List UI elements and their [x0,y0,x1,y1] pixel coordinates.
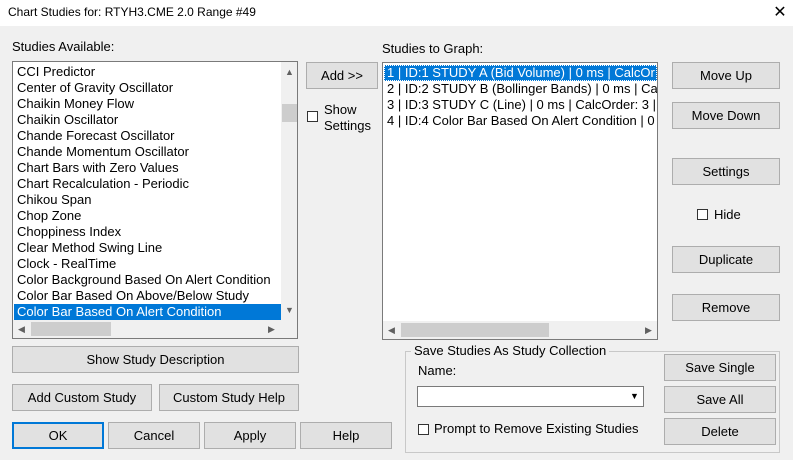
remove-button[interactable]: Remove [672,294,780,321]
list-item[interactable]: Clear Method Swing Line [14,240,281,256]
save-single-button[interactable]: Save Single [664,354,776,381]
list-item[interactable]: CCI Predictor [14,64,281,80]
scrollbar-corner [281,320,297,338]
delete-button[interactable]: Delete [664,418,776,445]
list-item[interactable]: 2 | ID:2 STUDY B (Bollinger Bands) | 0 m… [384,81,657,97]
scrollbar-thumb[interactable] [31,322,111,336]
graph-horizontal-scrollbar[interactable]: ◀ ▶ [383,321,657,339]
studies-available-list[interactable]: CCI Predictor Center of Gravity Oscillato… [12,61,298,339]
list-item[interactable]: Chaikin Money Flow [14,96,281,112]
available-horizontal-scrollbar[interactable]: ◀ ▶ [13,320,281,338]
scroll-left-icon[interactable]: ◀ [383,322,400,338]
list-item[interactable]: Choppiness Index [14,224,281,240]
list-item[interactable]: Chaikin Oscillator [14,112,281,128]
prompt-remove-label: Prompt to Remove Existing Studies [434,421,639,436]
window-title: Chart Studies for: RTYH3.CME 2.0 Range #… [8,5,256,19]
list-item[interactable]: Chart Bars with Zero Values [14,160,281,176]
apply-button[interactable]: Apply [204,422,296,449]
settings-button[interactable]: Settings [672,158,780,185]
list-item[interactable]: Color Bar Based On Above/Below Study [14,288,281,304]
ok-button[interactable]: OK [12,422,104,449]
list-item[interactable]: Clock - RealTime [14,256,281,272]
hide-checkbox[interactable] [697,209,708,220]
duplicate-button[interactable]: Duplicate [672,246,780,273]
list-item[interactable]: Color Bar Based On Alert Condition [14,304,281,320]
studies-to-graph-list[interactable]: 1 | ID:1 STUDY A (Bid Volume) | 0 ms | C… [382,62,658,340]
scrollbar-thumb[interactable] [401,323,549,337]
scroll-right-icon[interactable]: ▶ [640,322,657,338]
chevron-down-icon[interactable]: ▼ [626,387,643,406]
move-down-button[interactable]: Move Down [672,102,780,129]
scroll-left-icon[interactable]: ◀ [13,321,30,337]
scroll-right-icon[interactable]: ▶ [263,321,280,337]
list-item[interactable]: Chande Forecast Oscillator [14,128,281,144]
hide-label: Hide [714,207,741,222]
list-item[interactable]: Chart Recalculation - Periodic [14,176,281,192]
list-item[interactable]: Chikou Span [14,192,281,208]
available-vertical-scrollbar[interactable]: ▲ ▼ [281,62,297,320]
list-item[interactable]: 3 | ID:3 STUDY C (Line) | 0 ms | CalcOrd… [384,97,657,113]
custom-study-help-button[interactable]: Custom Study Help [159,384,299,411]
list-item[interactable]: Center of Gravity Oscillator [14,80,281,96]
prompt-remove-checkbox[interactable] [418,424,429,435]
studies-available-items: CCI Predictor Center of Gravity Oscillato… [14,64,281,320]
help-button[interactable]: Help [300,422,392,449]
list-item[interactable]: Chop Zone [14,208,281,224]
study-collection-group-title: Save Studies As Study Collection [411,343,610,358]
add-custom-study-button[interactable]: Add Custom Study [12,384,152,411]
scroll-down-icon[interactable]: ▼ [281,302,297,318]
show-settings-label-line2: Settings [324,118,371,133]
list-item[interactable]: 1 | ID:1 STUDY A (Bid Volume) | 0 ms | C… [384,65,657,81]
collection-name-label: Name: [418,363,457,378]
studies-to-graph-items: 1 | ID:1 STUDY A (Bid Volume) | 0 ms | C… [384,65,657,129]
show-study-description-button[interactable]: Show Study Description [12,346,299,373]
list-item[interactable]: 4 | ID:4 Color Bar Based On Alert Condit… [384,113,657,129]
add-study-button[interactable]: Add >> [306,62,378,89]
list-item[interactable]: Chande Momentum Oscillator [14,144,281,160]
studies-to-graph-label: Studies to Graph: [382,41,484,56]
scroll-up-icon[interactable]: ▲ [281,64,297,80]
studies-available-label: Studies Available: [12,39,115,54]
list-item[interactable]: Color Background Based On Alert Conditio… [14,272,281,288]
save-all-button[interactable]: Save All [664,386,776,413]
move-up-button[interactable]: Move Up [672,62,780,89]
cancel-button[interactable]: Cancel [108,422,200,449]
collection-name-combobox[interactable]: ▼ [417,386,644,407]
show-settings-checkbox[interactable] [307,111,318,122]
scrollbar-thumb[interactable] [282,104,297,122]
close-icon[interactable]: ✕ [768,2,792,24]
show-settings-label-line1: Show [324,102,357,117]
